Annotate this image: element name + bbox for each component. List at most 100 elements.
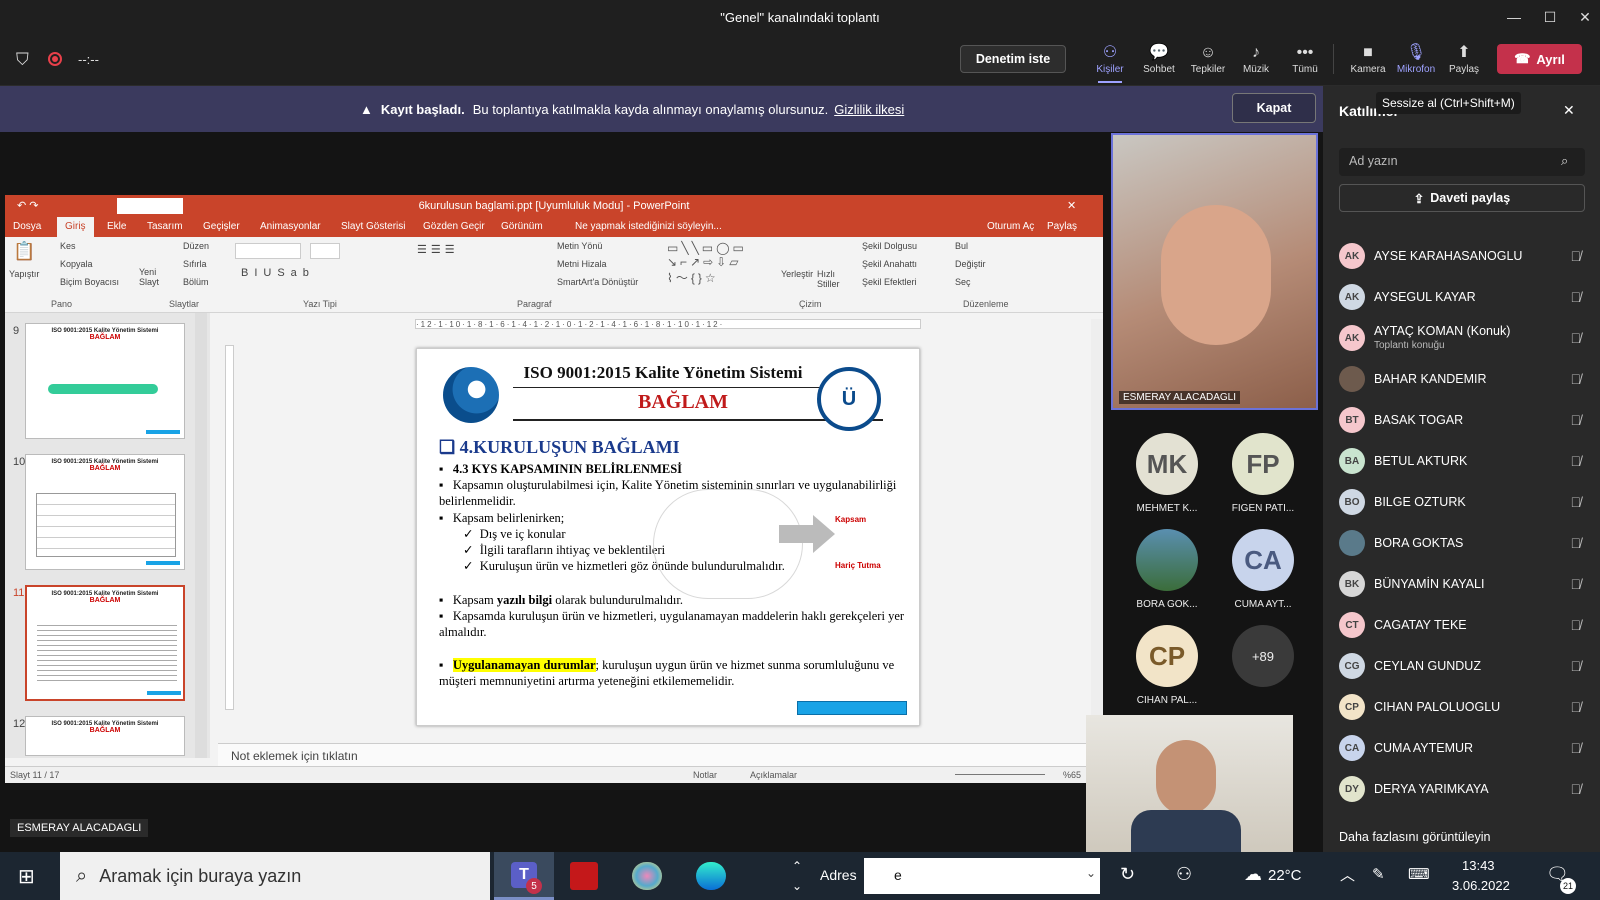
font-size-box[interactable] <box>310 243 340 259</box>
participant-row[interactable]: BK BÜNYAMİN KAYALI 🎙̸ <box>1339 568 1589 600</box>
address-dropdown-icon[interactable]: ⌄ <box>1086 866 1096 880</box>
quick-access-box[interactable] <box>117 198 183 214</box>
maximize-button[interactable]: ☐ <box>1531 0 1569 34</box>
edge-app-icon[interactable] <box>696 862 726 890</box>
undo-icon[interactable]: ↶ ↷ <box>17 199 39 212</box>
panel-close-icon[interactable]: ✕ <box>1563 102 1575 119</box>
participant-row[interactable]: CT CAGATAY TEKE 🎙̸ <box>1339 609 1589 641</box>
section-button[interactable]: Bölüm <box>183 277 209 287</box>
slide-thumbnail-12[interactable]: ISO 9001:2015 Kalite Yönetim Sistemi BAĞ… <box>25 716 185 756</box>
shield-icon[interactable]: ⛉ <box>16 50 29 70</box>
participant-search-input[interactable]: Ad yazın <box>1339 148 1585 176</box>
more-button[interactable]: ••• Tümü <box>1283 42 1327 82</box>
tray-expand-icon[interactable]: ︿ <box>1340 864 1355 885</box>
banner-close-button[interactable]: Kapat <box>1232 93 1316 123</box>
share-button[interactable]: ⬆ Paylaş <box>1442 42 1486 82</box>
people-taskbar-icon[interactable]: ⚇ <box>1176 864 1192 885</box>
privacy-link[interactable]: Gizlilik ilkesi <box>834 102 904 117</box>
font-format-icons[interactable]: BIUSab <box>241 267 315 279</box>
clock-time[interactable]: 13:43 <box>1462 858 1495 873</box>
avatar-photo-bora[interactable] <box>1136 529 1198 591</box>
reactions-button[interactable]: ☺ Tepkiler <box>1186 42 1230 82</box>
taskbar-search-box[interactable]: ⌕ Aramak için buraya yazın <box>60 852 490 900</box>
slide-thumbnail-10[interactable]: ISO 9001:2015 Kalite Yönetim Sistemi BAĞ… <box>25 454 185 570</box>
tab-slideshow[interactable]: Slayt Gösterisi <box>341 221 405 232</box>
text-direction-button[interactable]: Metin Yönü <box>557 241 602 251</box>
keyboard-icon[interactable]: ⌨ <box>1408 865 1430 883</box>
participant-row[interactable]: BAHAR KANDEMIR 🎙̸ <box>1339 363 1589 395</box>
participant-row[interactable]: CP CIHAN PALOLUOGLU 🎙̸ <box>1339 691 1589 723</box>
temperature[interactable]: 22°C <box>1268 867 1302 884</box>
zoom-slider[interactable] <box>955 774 1045 775</box>
participant-row[interactable]: CG CEYLAN GUNDUZ 🎙̸ <box>1339 650 1589 682</box>
paste-label[interactable]: Yapıştır <box>9 269 39 279</box>
quick-styles-button[interactable]: Hızlı Stiller <box>817 269 843 289</box>
find-button[interactable]: Bul <box>955 241 968 251</box>
participant-row[interactable]: BA BETUL AKTURK 🎙̸ <box>1339 445 1589 477</box>
clock-date[interactable]: 3.06.2022 <box>1452 878 1510 893</box>
reset-button[interactable]: Sıfırla <box>183 259 207 269</box>
avatar-fp[interactable]: FP <box>1232 433 1294 495</box>
request-control-button[interactable]: Denetim iste <box>960 45 1066 73</box>
paste-icon[interactable]: 📋 <box>13 241 35 262</box>
arrange-button[interactable]: Yerleştir <box>781 269 813 279</box>
comments-toggle[interactable]: Açıklamalar <box>750 770 797 780</box>
slide-thumbnail-11-selected[interactable]: ISO 9001:2015 Kalite Yönetim Sistemi BAĞ… <box>25 585 185 701</box>
replace-button[interactable]: Değiştir <box>955 259 986 269</box>
tab-view[interactable]: Görünüm <box>501 221 543 232</box>
leave-button[interactable]: ☎ Ayrıl <box>1497 44 1582 74</box>
participant-row[interactable]: DY DERYA YARIMKAYA 🎙̸ <box>1339 773 1589 805</box>
participant-row[interactable]: BORA GOKTAS 🎙̸ <box>1339 527 1589 559</box>
participant-row[interactable]: AK AYSEGUL KAYAR 🎙̸ <box>1339 281 1589 313</box>
participant-row[interactable]: BT BASAK TOGAR 🎙̸ <box>1339 404 1589 436</box>
format-painter-button[interactable]: Biçim Boyacısı <box>60 277 119 287</box>
avatar-mk[interactable]: MK <box>1136 433 1198 495</box>
self-video-tile[interactable] <box>1086 715 1293 852</box>
ppt-share-button[interactable]: Paylaş <box>1047 221 1077 232</box>
tab-file[interactable]: Dosya <box>13 221 41 232</box>
list-icons[interactable]: ☰☰☰ <box>417 243 459 256</box>
zoom-level[interactable]: %65 <box>1063 770 1081 780</box>
font-family-box[interactable] <box>235 243 301 259</box>
select-button[interactable]: Seç <box>955 277 971 287</box>
music-button[interactable]: ♪ Müzik <box>1234 42 1278 82</box>
tab-insert[interactable]: Ekle <box>107 221 126 232</box>
thumb-scrollbar[interactable] <box>195 313 207 758</box>
participant-row[interactable]: AK AYSE KARAHASANOGLU 🎙̸ <box>1339 240 1589 272</box>
participant-row[interactable]: BO BILGE OZTURK 🎙̸ <box>1339 486 1589 518</box>
start-icon[interactable]: ⊞ <box>18 864 35 889</box>
participant-row[interactable]: AK AYTAÇ KOMAN (Konuk) Toplantı konuğu 🎙̸ <box>1339 322 1589 354</box>
address-scroll-icon[interactable]: ⌃ ⌄ <box>792 856 802 896</box>
shapes-gallery[interactable]: ▭╲╲▭◯▭ ↘⌐↗⇨⇩▱ ⌇〜{}☆ <box>667 241 747 286</box>
close-window-button[interactable]: ✕ <box>1566 0 1600 34</box>
tell-me-box[interactable]: Ne yapmak istediğinizi söyleyin... <box>575 221 722 232</box>
address-input[interactable]: e <box>864 858 1100 894</box>
ppt-close-icon[interactable]: ✕ <box>1067 199 1076 212</box>
acrobat-app-icon[interactable] <box>570 862 598 890</box>
layout-button[interactable]: Düzen <box>183 241 209 251</box>
shape-outline-button[interactable]: Şekil Anahattı <box>862 259 917 269</box>
tab-design[interactable]: Tasarım <box>147 221 183 232</box>
weather-icon[interactable]: ☁ <box>1244 864 1262 885</box>
show-more-link[interactable]: Daha fazlasını görüntüleyin <box>1339 830 1490 844</box>
tab-transitions[interactable]: Geçişler <box>203 221 240 232</box>
refresh-icon[interactable]: ↻ <box>1120 864 1135 885</box>
cut-button[interactable]: Kes <box>60 241 76 251</box>
shape-fill-button[interactable]: Şekil Dolgusu <box>862 241 917 251</box>
align-text-button[interactable]: Metni Hizala <box>557 259 607 269</box>
avatar-cp[interactable]: CP <box>1136 625 1198 687</box>
notes-pane[interactable]: Not eklemek için tıklatın <box>218 743 1103 766</box>
participant-row[interactable]: CA CUMA AYTEMUR 🎙̸ <box>1339 732 1589 764</box>
new-slide-button[interactable]: Yeni Slayt <box>139 267 169 287</box>
slide-scrollbar[interactable] <box>1091 319 1103 739</box>
chat-button[interactable]: 💬 Sohbet <box>1137 42 1181 82</box>
slide-thumbnail-9[interactable]: ISO 9001:2015 Kalite Yönetim Sistemi BAĞ… <box>25 323 185 439</box>
paint-app-icon[interactable] <box>632 862 662 890</box>
minimize-button[interactable]: — <box>1495 0 1533 34</box>
shape-effects-button[interactable]: Şekil Efektleri <box>862 277 917 287</box>
copy-button[interactable]: Kopyala <box>60 259 93 269</box>
camera-button[interactable]: ■ Kamera <box>1346 42 1390 82</box>
avatar-ca[interactable]: CA <box>1232 529 1294 591</box>
teams-app-icon[interactable]: T5 <box>494 852 554 900</box>
main-video-tile[interactable]: ESMERAY ALACADAGLI <box>1111 133 1318 410</box>
